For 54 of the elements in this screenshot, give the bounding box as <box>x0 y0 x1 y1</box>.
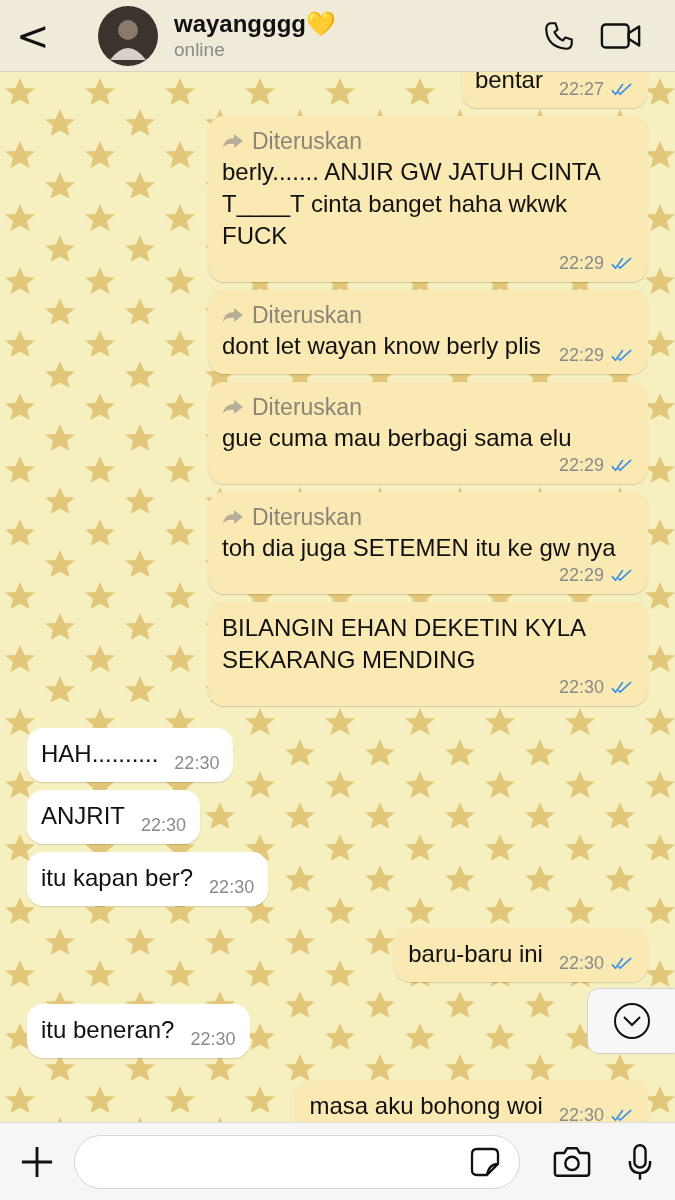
avatar[interactable] <box>98 5 158 66</box>
forwarded-label: Diteruskan <box>222 392 634 422</box>
forward-arrow-icon <box>222 509 244 525</box>
scroll-down-button[interactable] <box>587 988 675 1054</box>
message-bubble[interactable]: Diteruskan dont let wayan know berly plis 22:29 <box>208 290 648 374</box>
message-time: 22:30 <box>558 1104 604 1122</box>
message-time: 22:30 <box>558 952 604 974</box>
message-text: HAH.......... <box>41 740 159 767</box>
microphone-icon[interactable] <box>627 1142 653 1181</box>
message-text: berly....... ANJIR GW JATUH CINTA T____T cinta banget haha wkwk FUCK <box>222 158 600 249</box>
message-time: 22:30 <box>174 752 220 774</box>
message-text: ANJRIT <box>41 802 125 829</box>
message-text: masa aku bohong woi <box>309 1092 543 1119</box>
message-time: 22:29 <box>558 252 604 274</box>
message-bubble[interactable]: Diteruskan toh dia juga SETEMEN itu ke gw nya 22:29 <box>208 492 648 594</box>
message-bubble[interactable]: baru-baru ini 22:30 <box>394 928 648 982</box>
forward-arrow-icon <box>222 399 244 415</box>
camera-icon[interactable] <box>553 1145 591 1178</box>
contact-status: online <box>174 37 226 62</box>
message-bubble[interactable]: ANJRIT 22:30 <box>27 790 201 844</box>
message-time: 22:30 <box>141 814 187 836</box>
message-text: itu kapan ber? <box>41 864 194 891</box>
message-time: 22:29 <box>558 344 604 366</box>
message-bubble[interactable]: Diteruskan berly....... ANJIR GW JATUH CINTA T____T cinta banget haha wkwk FUCK 22:29 <box>208 116 648 282</box>
plus-icon[interactable] <box>20 1144 54 1179</box>
message-bubble[interactable]: masa aku bohong woi 22:30 <box>295 1080 648 1122</box>
forwarded-label: Diteruskan <box>222 126 634 156</box>
forward-arrow-icon <box>222 307 244 323</box>
message-text: baru-baru ini <box>408 940 543 967</box>
video-call-icon[interactable] <box>600 21 642 50</box>
message-bubble[interactable]: itu beneran? 22:30 <box>27 1004 250 1058</box>
back-button[interactable]: < <box>10 15 50 56</box>
chevron-down-icon <box>612 1001 652 1041</box>
message-bubble[interactable]: itu kapan ber? 22:30 <box>27 852 269 906</box>
message-time: 22:27 <box>558 78 604 100</box>
forwarded-label: Diteruskan <box>222 300 634 330</box>
forwarded-label: Diteruskan <box>222 502 634 532</box>
message-bubble[interactable]: HAH.......... 22:30 <box>27 728 234 782</box>
sticker-icon[interactable] <box>469 1145 501 1178</box>
message-text: BILANGIN EHAN DEKETIN KYLA SEKARANG MENDING <box>222 614 585 673</box>
message-time: 22:30 <box>190 1028 236 1050</box>
contact-name: wayangggg💛 <box>174 9 337 38</box>
message-time: 22:29 <box>558 564 604 586</box>
message-time: 22:29 <box>558 454 604 476</box>
message-input-field[interactable] <box>74 1134 520 1189</box>
message-time: 22:30 <box>209 876 255 898</box>
message-text: dont let wayan know berly plis <box>222 332 541 359</box>
message-time: 22:30 <box>558 676 604 698</box>
forward-arrow-icon <box>222 133 244 149</box>
message-text: gue cuma mau berbagi sama elu <box>222 424 572 451</box>
message-text: toh dia juga SETEMEN itu ke gw nya <box>222 534 616 561</box>
message-bubble[interactable]: Diteruskan gue cuma mau berbagi sama elu 22:29 <box>208 382 648 484</box>
message-text: itu beneran? <box>41 1016 175 1043</box>
message-bubble[interactable]: BILANGIN EHAN DEKETIN KYLA SEKARANG MENDING 22:30 <box>208 602 648 706</box>
